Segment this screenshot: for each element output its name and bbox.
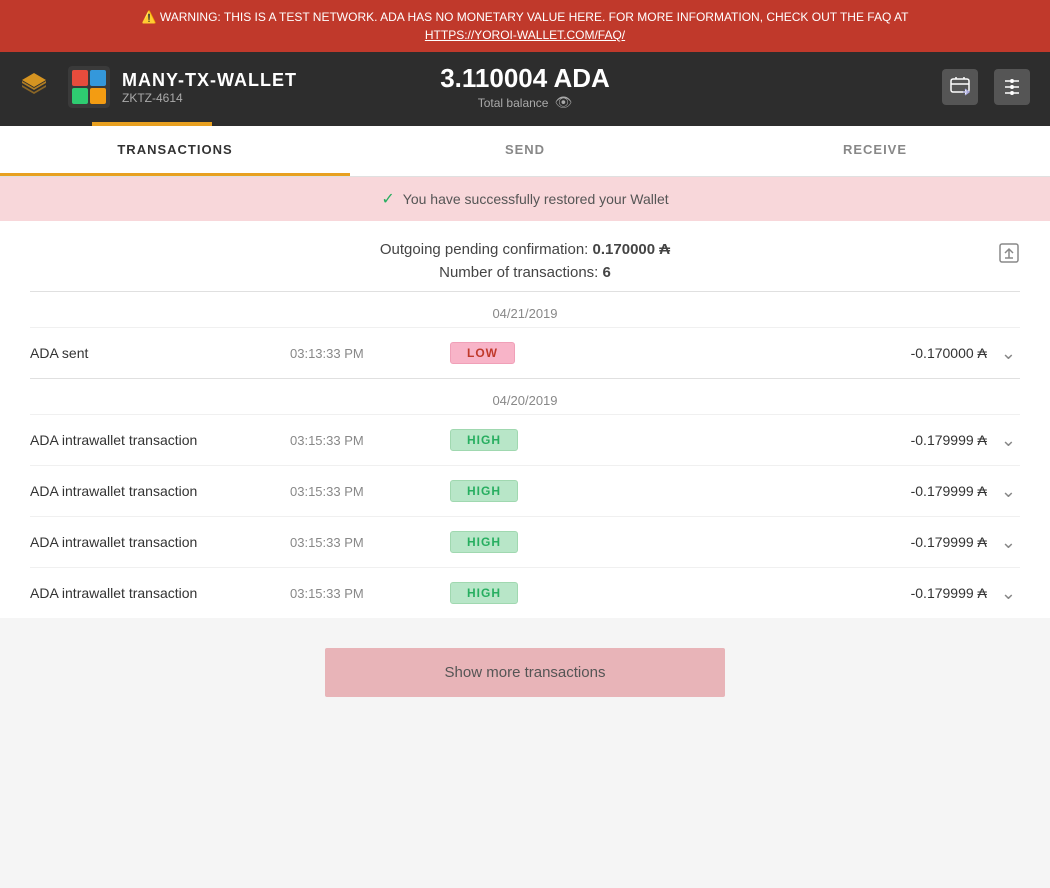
show-more-wrap: Show more transactions [0,618,1050,727]
warning-link[interactable]: HTTPS://YOROI-WALLET.COM/FAQ/ [16,26,1034,44]
balance-label: Total balance 👁 [440,94,610,111]
tx-amount: -0.170000 ₳ [590,345,997,361]
success-icon: ✓ [381,189,394,209]
warning-icon: ⚠️ [142,10,160,24]
tx-expand-button[interactable]: ⌄ [997,343,1020,364]
tx-badge-wrap: HIGH [450,480,590,502]
export-icon [998,242,1020,264]
eye-icon[interactable]: 👁 [554,94,572,111]
send-receive-button[interactable] [942,69,978,105]
tx-type: ADA intrawallet transaction [30,534,290,550]
tx-time: 03:15:33 PM [290,484,450,499]
tx-count-num: 6 [603,264,611,281]
date-label-1: 04/20/2019 [30,379,1020,414]
export-button[interactable] [998,242,1020,270]
tx-row: ADA intrawallet transaction 03:15:33 PM … [30,465,1020,516]
tx-type: ADA intrawallet transaction [30,585,290,601]
warning-text: WARNING: THIS IS A TEST NETWORK. ADA HAS… [160,10,909,24]
tx-row: ADA sent 03:13:33 PM LOW -0.170000 ₳ ⌄ [30,327,1020,378]
tx-type: ADA sent [30,345,290,361]
header-center: 3.110004 ADA Total balance 👁 [440,63,610,111]
layers-icon [20,70,48,105]
header-left: MANY-TX-WALLET ZKTZ-4614 [20,66,297,108]
tx-type: ADA intrawallet transaction [30,483,290,499]
tx-badge-high: HIGH [450,429,518,451]
tx-expand-button[interactable]: ⌄ [997,481,1020,502]
settings-icon [994,69,1030,105]
pending-ada-symbol: ₳ [659,241,670,258]
tx-amount: -0.179999 ₳ [590,432,997,448]
wallet-logo [68,66,110,108]
tx-badge-wrap: HIGH [450,531,590,553]
tx-expand-button[interactable]: ⌄ [997,583,1020,604]
pending-amount: 0.170000 ₳ [593,241,671,258]
pending-section: Outgoing pending confirmation: 0.170000 … [30,221,1020,291]
tx-badge-wrap: HIGH [450,429,590,451]
tx-row: ADA intrawallet transaction 03:15:33 PM … [30,567,1020,618]
tx-time: 03:15:33 PM [290,535,450,550]
pending-text: Outgoing pending confirmation: 0.170000 … [30,241,1020,258]
tx-time: 03:15:33 PM [290,433,450,448]
tx-amount: -0.179999 ₳ [590,534,997,550]
tab-transactions[interactable]: TRANSACTIONS [0,126,350,176]
settings-button[interactable] [994,69,1030,105]
tx-badge-low: LOW [450,342,515,364]
tx-time: 03:13:33 PM [290,346,450,361]
tx-badge-high: HIGH [450,480,518,502]
tx-expand-button[interactable]: ⌄ [997,532,1020,553]
send-receive-icon [942,69,978,105]
date-label-0: 04/21/2019 [30,292,1020,327]
tx-badge-wrap: LOW [450,342,590,364]
header: MANY-TX-WALLET ZKTZ-4614 3.110004 ADA To… [0,52,1050,122]
tx-time: 03:15:33 PM [290,586,450,601]
tx-type: ADA intrawallet transaction [30,432,290,448]
show-more-transactions-button[interactable]: Show more transactions [325,648,725,697]
success-banner: ✓ You have successfully restored your Wa… [0,177,1050,221]
tab-receive[interactable]: RECEIVE [700,126,1050,176]
balance-amount: 3.110004 ADA [440,63,610,94]
tx-amount: -0.179999 ₳ [590,585,997,601]
tx-badge-high: HIGH [450,582,518,604]
tx-expand-button[interactable]: ⌄ [997,430,1020,451]
wallet-id: ZKTZ-4614 [122,91,297,105]
tx-row: ADA intrawallet transaction 03:15:33 PM … [30,516,1020,567]
wallet-name: MANY-TX-WALLET [122,70,297,91]
tx-count-text: Number of transactions: 6 [30,264,1020,281]
tx-amount: -0.179999 ₳ [590,483,997,499]
wallet-info: MANY-TX-WALLET ZKTZ-4614 [122,70,297,105]
header-right [942,69,1030,105]
tx-badge-high: HIGH [450,531,518,553]
tab-send[interactable]: SEND [350,126,700,176]
success-text: You have successfully restored your Wall… [403,191,669,207]
tx-badge-wrap: HIGH [450,582,590,604]
main-content: Outgoing pending confirmation: 0.170000 … [0,221,1050,618]
tabs: TRANSACTIONS SEND RECEIVE [0,126,1050,177]
tx-row: ADA intrawallet transaction 03:15:33 PM … [30,414,1020,465]
warning-banner: ⚠️ WARNING: THIS IS A TEST NETWORK. ADA … [0,0,1050,52]
